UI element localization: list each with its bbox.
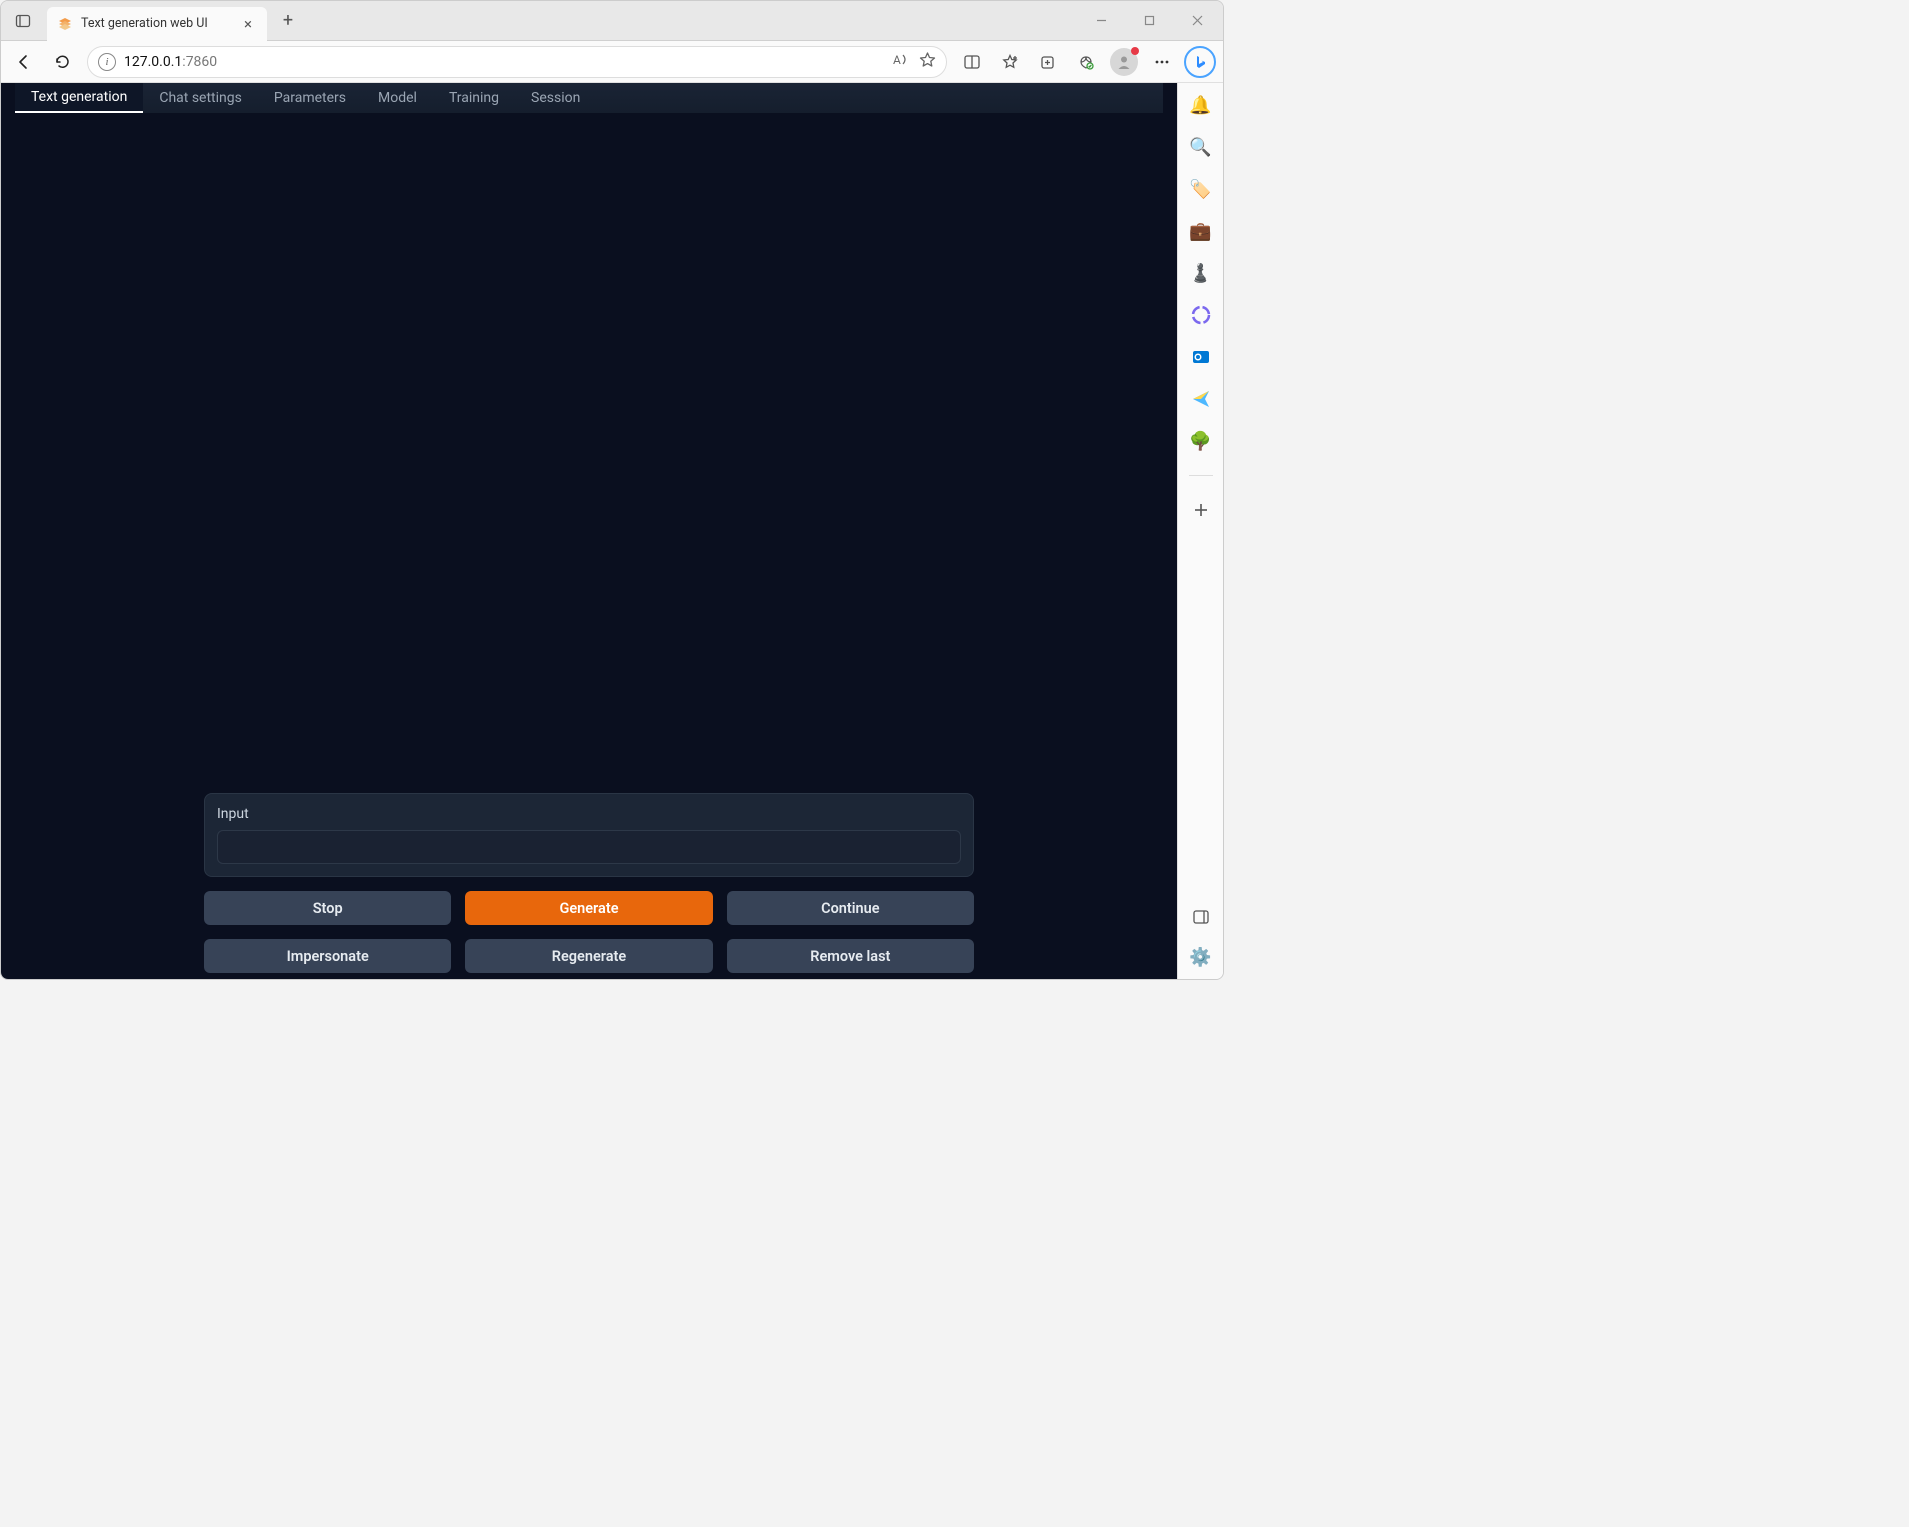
bing-button[interactable] bbox=[1183, 45, 1217, 79]
close-window-button[interactable] bbox=[1175, 5, 1219, 37]
tab-training[interactable]: Training bbox=[433, 83, 515, 113]
address-bar[interactable]: i 127.0.0.1:7860 A bbox=[87, 46, 947, 78]
read-aloud-icon[interactable]: A bbox=[892, 51, 909, 72]
tab-text-generation[interactable]: Text generation bbox=[15, 83, 143, 113]
tag-icon[interactable]: 🏷️ bbox=[1187, 175, 1215, 203]
maximize-button[interactable] bbox=[1127, 5, 1171, 37]
outlook-icon[interactable] bbox=[1187, 343, 1215, 371]
tab-actions-button[interactable] bbox=[5, 3, 41, 39]
input-panel: Input bbox=[204, 793, 974, 877]
add-sidebar-icon[interactable] bbox=[1187, 496, 1215, 524]
tab-model[interactable]: Model bbox=[362, 83, 433, 113]
impersonate-button[interactable]: Impersonate bbox=[204, 939, 451, 973]
nav-bar: i 127.0.0.1:7860 A bbox=[1, 41, 1223, 83]
content-row: Text generation Chat settings Parameters… bbox=[1, 83, 1223, 979]
copilot-icon[interactable] bbox=[1187, 301, 1215, 329]
sidebar-panel-icon[interactable] bbox=[1187, 903, 1215, 931]
regenerate-button[interactable]: Regenerate bbox=[465, 939, 712, 973]
new-tab-button[interactable]: + bbox=[273, 6, 303, 36]
page-viewport[interactable]: Text generation Chat settings Parameters… bbox=[1, 83, 1177, 979]
edge-sidebar: 🔔 🔍 🏷️ 💼 ♟️ 🌳 ⚙️ bbox=[1177, 83, 1223, 979]
tab-session[interactable]: Session bbox=[515, 83, 596, 113]
briefcase-icon[interactable]: 💼 bbox=[1187, 217, 1215, 245]
minimize-button[interactable] bbox=[1079, 5, 1123, 37]
browser-tab[interactable]: Text generation web UI × bbox=[47, 7, 267, 41]
send-icon[interactable] bbox=[1187, 385, 1215, 413]
tab-close-icon[interactable]: × bbox=[239, 15, 257, 33]
more-button[interactable] bbox=[1145, 45, 1179, 79]
title-bar: Text generation web UI × + bbox=[1, 1, 1223, 41]
app-tabs: Text generation Chat settings Parameters… bbox=[15, 83, 1163, 113]
sidebar-divider bbox=[1189, 475, 1213, 476]
notifications-icon[interactable]: 🔔 bbox=[1187, 91, 1215, 119]
chat-area bbox=[1, 113, 1177, 793]
performance-icon[interactable] bbox=[1069, 45, 1103, 79]
favorite-icon[interactable] bbox=[919, 51, 936, 72]
site-info-icon[interactable]: i bbox=[98, 53, 116, 71]
input-label: Input bbox=[217, 806, 961, 822]
svg-text:A: A bbox=[893, 53, 901, 67]
favorites-icon[interactable] bbox=[993, 45, 1027, 79]
tree-icon[interactable]: 🌳 bbox=[1187, 427, 1215, 455]
window-controls bbox=[1079, 5, 1223, 37]
collections-icon[interactable] bbox=[1031, 45, 1065, 79]
address-host: 127.0.0.1:7860 bbox=[124, 54, 217, 70]
continue-button[interactable]: Continue bbox=[727, 891, 974, 925]
profile-button[interactable] bbox=[1107, 45, 1141, 79]
input-textbox[interactable] bbox=[217, 830, 961, 864]
tab-favicon-icon bbox=[57, 16, 73, 32]
search-icon[interactable]: 🔍 bbox=[1187, 133, 1215, 161]
settings-icon[interactable]: ⚙️ bbox=[1187, 943, 1215, 971]
browser-window: Text generation web UI × + i 127.0.0.1:7… bbox=[0, 0, 1224, 980]
tab-chat-settings[interactable]: Chat settings bbox=[143, 83, 258, 113]
buttons-grid: Stop Generate Continue Impersonate Regen… bbox=[204, 891, 974, 973]
refresh-button[interactable] bbox=[45, 45, 79, 79]
avatar-icon bbox=[1110, 48, 1138, 76]
stop-button[interactable]: Stop bbox=[204, 891, 451, 925]
tab-title: Text generation web UI bbox=[81, 16, 231, 31]
generate-button[interactable]: Generate bbox=[465, 891, 712, 925]
tab-parameters[interactable]: Parameters bbox=[258, 83, 362, 113]
back-button[interactable] bbox=[7, 45, 41, 79]
games-icon[interactable]: ♟️ bbox=[1187, 259, 1215, 287]
remove-last-button[interactable]: Remove last bbox=[727, 939, 974, 973]
split-screen-icon[interactable] bbox=[955, 45, 989, 79]
